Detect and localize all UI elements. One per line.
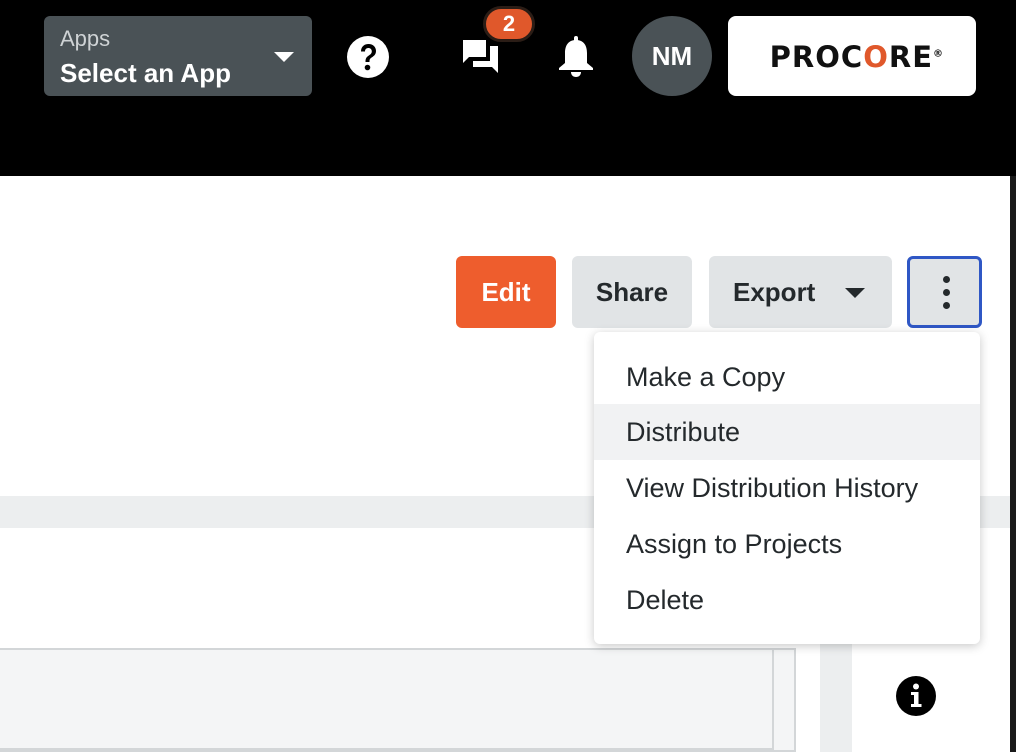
- window-edge: [1010, 176, 1016, 752]
- menu-item-view-distribution-history[interactable]: View Distribution History: [594, 460, 980, 516]
- table-region: [0, 648, 796, 752]
- menu-item-make-a-copy[interactable]: Make a Copy: [594, 349, 980, 405]
- user-avatar[interactable]: NM: [632, 16, 712, 96]
- procore-logo-text: PROCORE®: [769, 40, 944, 74]
- export-button-label: Export: [733, 277, 816, 307]
- chat-bubbles-icon[interactable]: [460, 36, 502, 76]
- more-actions-button[interactable]: [907, 256, 982, 328]
- export-button[interactable]: Export: [709, 256, 892, 328]
- share-button[interactable]: Share: [572, 256, 692, 328]
- app-selector[interactable]: Apps Select an App: [44, 16, 312, 96]
- menu-item-delete[interactable]: Delete: [594, 572, 980, 628]
- help-circle-icon[interactable]: [346, 35, 390, 79]
- menu-item-assign-to-projects[interactable]: Assign to Projects: [594, 516, 980, 572]
- app-selector-value: Select an App: [60, 58, 231, 88]
- more-actions-menu: Make a Copy Distribute View Distribution…: [594, 332, 980, 644]
- menu-item-distribute[interactable]: Distribute: [594, 404, 980, 460]
- chevron-down-icon: [845, 288, 865, 298]
- info-circle-icon[interactable]: [895, 675, 937, 717]
- app-selector-label: Apps: [60, 26, 111, 51]
- table-divider: [772, 650, 774, 752]
- top-navigation-bar: Apps Select an App 2 NM PROCORE®: [0, 0, 1016, 176]
- more-vertical-icon: [943, 276, 950, 315]
- company-logo[interactable]: PROCORE®: [728, 16, 976, 96]
- edit-button[interactable]: Edit: [456, 256, 556, 328]
- chevron-down-icon: [274, 52, 294, 62]
- bell-icon[interactable]: [554, 34, 598, 78]
- table-divider: [0, 748, 772, 750]
- messages-badge: 2: [483, 6, 535, 42]
